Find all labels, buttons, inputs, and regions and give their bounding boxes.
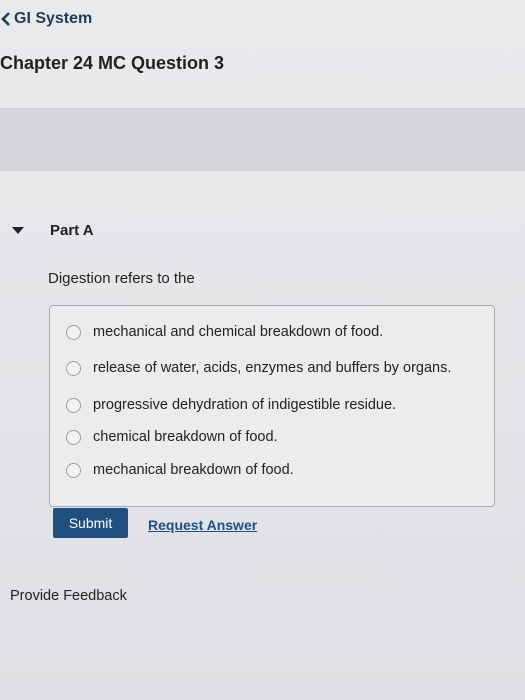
header-band [0,108,525,171]
answer-options: mechanical and chemical breakdown of foo… [49,305,495,507]
radio-button[interactable] [66,462,81,478]
request-answer-link[interactable]: Request Answer [148,517,257,533]
question-prompt: Digestion refers to the [48,270,195,287]
provide-feedback-link[interactable]: Provide Feedback [10,588,127,604]
answer-option-label: mechanical breakdown of food. [93,462,294,478]
answer-option[interactable]: chemical breakdown of food. [66,429,278,445]
radio-button[interactable] [66,397,81,413]
radio-button[interactable] [66,324,81,340]
answer-option[interactable]: release of water, acids, enzymes and buf… [66,360,451,376]
radio-button[interactable] [66,429,81,445]
back-link[interactable]: GI System [0,10,92,28]
page-title: Chapter 24 MC Question 3 [0,53,225,73]
back-link-label: GI System [14,10,93,27]
answer-option-label: chemical breakdown of food. [93,429,278,445]
submit-button[interactable]: Submit [53,508,128,538]
answer-option[interactable]: mechanical and chemical breakdown of foo… [66,324,383,340]
part-toggle[interactable]: Part A [12,222,94,239]
part-label: Part A [50,222,94,239]
chevron-left-icon [1,12,10,26]
radio-button[interactable] [66,360,81,376]
answer-option-label: progressive dehydration of indigestible … [93,397,397,413]
answer-option[interactable]: progressive dehydration of indigestible … [66,397,396,413]
caret-down-icon [12,227,24,234]
answer-option-label: mechanical and chemical breakdown of foo… [93,324,384,340]
answer-option[interactable]: mechanical breakdown of food. [66,462,294,478]
answer-option-label: release of water, acids, enzymes and buf… [93,360,452,376]
page: GI System Chapter 24 MC Question 3 Part … [0,0,525,700]
